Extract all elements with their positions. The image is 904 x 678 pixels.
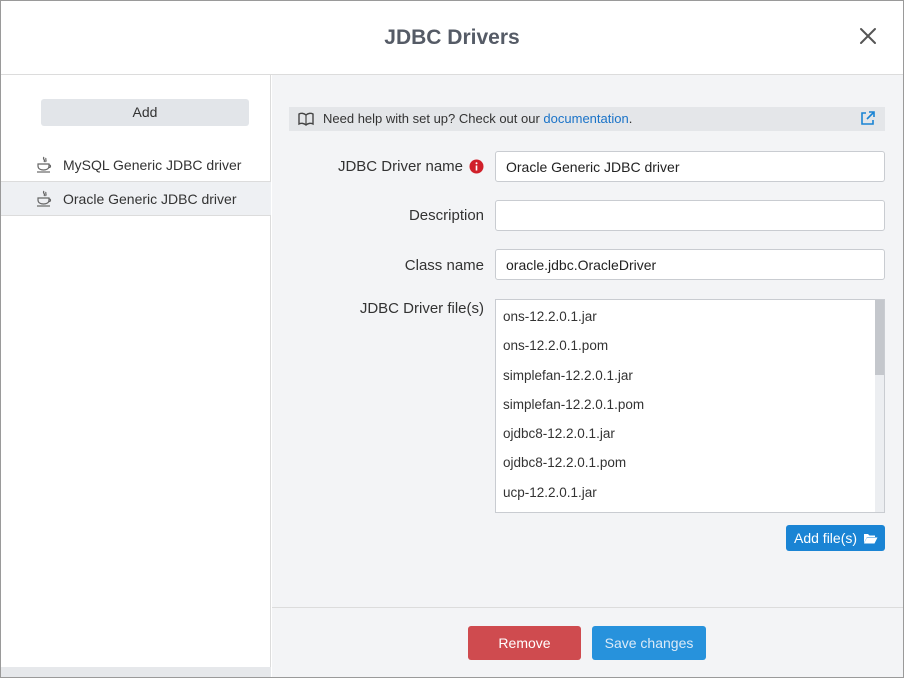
help-banner: Need help with set up? Check out our doc… xyxy=(289,107,885,131)
list-item[interactable]: ojdbc8-12.2.0.1.pom xyxy=(496,446,874,475)
sidebar-item-mysql-driver[interactable]: MySQL Generic JDBC driver xyxy=(1,148,271,182)
driver-files-label: JDBC Driver file(s) xyxy=(359,300,484,317)
description-input[interactable] xyxy=(495,200,885,231)
class-name-input[interactable] xyxy=(495,249,885,280)
list-item[interactable]: ojdbc8-12.2.0.1.jar xyxy=(496,417,874,446)
add-files-button[interactable]: Add file(s) xyxy=(786,525,885,551)
java-icon xyxy=(37,190,52,207)
documentation-link[interactable]: documentation xyxy=(543,111,628,126)
jdbc-drivers-dialog: JDBC Drivers Add MySQL Generic JDBC driv… xyxy=(0,0,904,678)
dialog-title: JDBC Drivers xyxy=(384,26,520,49)
dialog-footer: Remove Save changes xyxy=(272,607,903,677)
drivers-sidebar: Add MySQL Generic JDBC driver Oracle Gen… xyxy=(1,75,271,677)
close-icon[interactable] xyxy=(857,25,879,47)
driver-name-input[interactable] xyxy=(495,151,885,182)
add-files-label: Add file(s) xyxy=(794,530,858,546)
list-item[interactable]: simplefan-12.2.0.1.jar xyxy=(496,359,874,388)
driver-name-label: JDBC Driver name xyxy=(337,158,463,175)
driver-files-list[interactable]: ons-12.2.0.1.jar ons-12.2.0.1.pom simple… xyxy=(495,299,885,513)
sidebar-item-oracle-driver[interactable]: Oracle Generic JDBC driver xyxy=(1,182,271,216)
sidebar-scroll-edge xyxy=(1,667,271,677)
files-list: ons-12.2.0.1.jar ons-12.2.0.1.pom simple… xyxy=(496,300,874,505)
list-item[interactable]: ucp-12.2.0.1.jar xyxy=(496,476,874,505)
list-item[interactable]: ons-12.2.0.1.pom xyxy=(496,329,874,358)
list-item[interactable]: ons-12.2.0.1.jar xyxy=(496,300,874,329)
sidebar-item-label: MySQL Generic JDBC driver xyxy=(63,157,242,173)
book-icon xyxy=(298,112,314,126)
dialog-header: JDBC Drivers xyxy=(1,1,903,75)
add-driver-button[interactable]: Add xyxy=(41,99,249,126)
external-link-icon[interactable] xyxy=(859,110,876,127)
driver-details-panel: Need help with set up? Check out our doc… xyxy=(272,75,903,607)
files-scrollbar[interactable] xyxy=(875,300,884,512)
description-label: Description xyxy=(408,207,484,224)
class-name-label: Class name xyxy=(404,257,484,274)
sidebar-item-label: Oracle Generic JDBC driver xyxy=(63,191,237,207)
help-text: Need help with set up? Check out our doc… xyxy=(323,111,633,126)
info-icon xyxy=(469,159,484,174)
scrollbar-thumb[interactable] xyxy=(875,300,884,375)
list-item[interactable]: simplefan-12.2.0.1.pom xyxy=(496,388,874,417)
save-changes-button[interactable]: Save changes xyxy=(592,626,706,660)
remove-button[interactable]: Remove xyxy=(468,626,581,660)
java-icon xyxy=(37,156,52,173)
folder-open-icon xyxy=(864,534,878,544)
